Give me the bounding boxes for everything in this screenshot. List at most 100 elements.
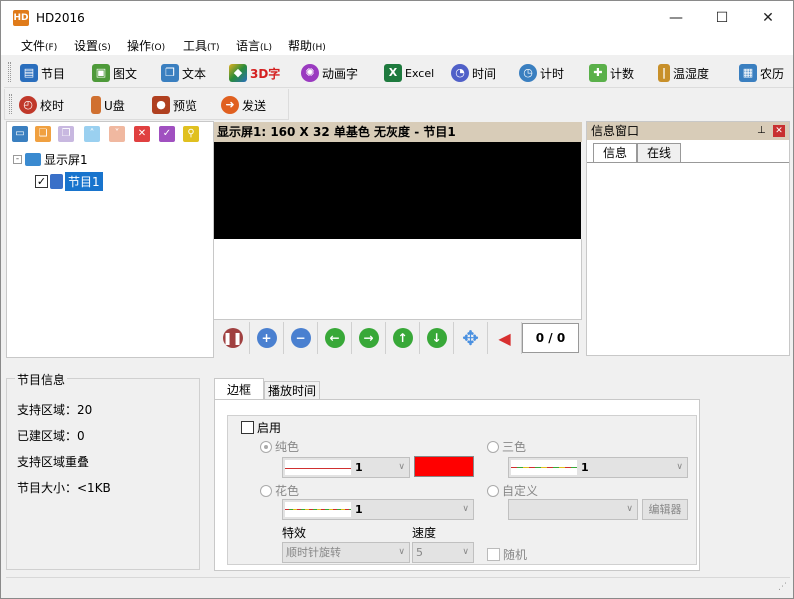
arrow-left-icon: ← <box>324 328 345 348</box>
counter-button[interactable]: ✚ 计数 <box>589 61 634 85</box>
close-button[interactable]: ✕ <box>745 1 791 35</box>
minimize-button[interactable]: — <box>653 1 699 35</box>
effect-combo[interactable]: 顺时针旋转 ∨ <box>282 542 410 563</box>
tri-color-radio[interactable]: 三色 <box>487 438 526 455</box>
camera-icon: ● <box>152 96 170 114</box>
zoom-out-icon: − <box>290 328 311 348</box>
solid-width-combo[interactable]: 1 ∨ <box>282 457 410 478</box>
pin-icon[interactable]: ⊥ <box>757 122 766 140</box>
custom-pattern-combo[interactable]: ∨ <box>508 499 638 520</box>
flower-line-preview <box>285 502 351 517</box>
move-up-icon[interactable]: ˄ <box>84 126 100 142</box>
enable-checkbox-box[interactable] <box>241 421 254 434</box>
move-down-icon[interactable]: ˅ <box>109 126 125 142</box>
custom-radio[interactable]: 自定义 <box>487 482 538 499</box>
pause-button[interactable]: ❚❚ <box>216 322 250 354</box>
move-up-button[interactable]: ↑ <box>386 322 420 354</box>
close-panel-icon[interactable]: ✕ <box>773 125 785 137</box>
tab-info[interactable]: 信息 <box>593 143 637 162</box>
excel-button[interactable]: X Excel <box>384 61 434 85</box>
copy-icon[interactable]: ❐ <box>58 126 74 142</box>
delete-icon[interactable]: ✕ <box>134 126 150 142</box>
random-checkbox-box[interactable] <box>487 548 500 561</box>
tab-border[interactable]: 边框 <box>214 378 264 400</box>
sync-clock-icon: ◴ <box>19 96 37 114</box>
effect-label: 特效 <box>282 526 307 540</box>
menu-file[interactable]: 文件(F) <box>21 37 57 54</box>
page-counter: 0 / 0 <box>522 323 579 353</box>
animated-text-button[interactable]: ✺ 动画字 <box>301 61 358 85</box>
flower-width-combo[interactable]: 1 ∨ <box>282 499 474 520</box>
tri-radio-dot[interactable] <box>487 440 499 453</box>
add-program-icon[interactable]: ❏ <box>35 126 51 142</box>
solid-color-swatch[interactable] <box>414 456 474 477</box>
tri-width-combo[interactable]: 1 ∨ <box>508 457 688 478</box>
check-icon[interactable]: ✓ <box>159 126 175 142</box>
timer-button[interactable]: ◷ 计时 <box>519 61 564 85</box>
preview-controls: ❚❚ + − ← → ↑ ↓ ✥ ◀ 0 / 0 <box>214 319 582 355</box>
resize-grip-icon[interactable]: ⋰ <box>778 582 787 592</box>
program-checkbox[interactable]: ✓ <box>35 175 48 188</box>
text-3d-button[interactable]: ◆ 3D字 <box>229 61 280 85</box>
tab-divider <box>587 162 789 163</box>
zoom-out-button[interactable]: − <box>284 322 318 354</box>
solid-radio-dot[interactable] <box>260 440 272 453</box>
flower-radio[interactable]: 花色 <box>260 482 299 499</box>
program-size: 节目大小：<1KB <box>17 481 111 495</box>
add-screen-icon[interactable]: ▭ <box>12 126 28 142</box>
usb-drive-icon <box>91 96 101 114</box>
chevron-down-icon: ∨ <box>626 504 633 514</box>
tree-node-screen[interactable]: - 显示屏1 <box>13 151 88 168</box>
tab-play-time[interactable]: 播放时间 <box>264 381 320 400</box>
enable-border-checkbox[interactable]: 启用 <box>241 419 281 436</box>
toolbar-grip[interactable] <box>9 94 12 114</box>
speed-combo[interactable]: 5 ∨ <box>412 542 474 563</box>
status-bar: ⋰ <box>6 577 790 596</box>
move-right-button[interactable]: → <box>352 322 386 354</box>
usb-button[interactable]: U盘 <box>91 93 125 117</box>
info-window-panel: 信息窗口 ⊥ ✕ 信息 在线 <box>586 121 790 356</box>
menu-language[interactable]: 语言(L) <box>236 37 272 54</box>
program-button[interactable]: ▤ 节目 <box>20 61 65 85</box>
play-back-icon: ◀ <box>498 328 511 348</box>
menu-operation[interactable]: 操作(O) <box>127 37 165 54</box>
custom-radio-dot[interactable] <box>487 484 499 497</box>
menu-help[interactable]: 帮助(H) <box>288 37 326 54</box>
chevron-down-icon: ∨ <box>676 462 683 472</box>
supported-areas: 支持区域：20 <box>17 403 93 417</box>
counter-icon: ✚ <box>589 64 607 82</box>
editor-button[interactable]: 编辑器 <box>642 499 688 520</box>
solid-radio[interactable]: 纯色 <box>260 438 299 455</box>
arrow-up-icon: ↑ <box>392 328 413 348</box>
move-left-button[interactable]: ← <box>318 322 352 354</box>
monitor-icon <box>25 153 41 166</box>
search-icon[interactable]: ⚲ <box>183 126 199 142</box>
random-checkbox[interactable]: 随机 <box>487 546 527 563</box>
zoom-in-button[interactable]: + <box>250 322 284 354</box>
collapse-icon[interactable]: - <box>13 155 22 164</box>
led-screen-canvas[interactable] <box>214 142 581 239</box>
flower-radio-dot[interactable] <box>260 484 272 497</box>
preview-button[interactable]: ● 预览 <box>152 93 197 117</box>
text-button[interactable]: ❐ 文本 <box>161 61 206 85</box>
tab-online[interactable]: 在线 <box>637 143 681 162</box>
zoom-in-icon: + <box>256 328 277 348</box>
menu-settings[interactable]: 设置(S) <box>74 37 111 54</box>
maximize-button[interactable]: ☐ <box>699 1 745 35</box>
lunar-calendar-button[interactable]: ▦ 农历 <box>739 61 784 85</box>
screen-header: 显示屏1: 160 X 32 单基色 无灰度 - 节目1 <box>214 122 582 142</box>
tri-line-preview <box>511 460 577 475</box>
menu-tools[interactable]: 工具(T) <box>183 37 220 54</box>
time-sync-button[interactable]: ◴ 校时 <box>19 93 64 117</box>
image-text-icon: ▣ <box>92 64 110 82</box>
send-button[interactable]: ➜ 发送 <box>221 93 266 117</box>
window-title: HD2016 <box>36 11 85 25</box>
toolbar-grip[interactable] <box>8 62 11 82</box>
tree-node-program[interactable]: ✓ 节目1 <box>35 172 103 191</box>
time-button[interactable]: ◔ 时间 <box>451 61 496 85</box>
temperature-humidity-button[interactable]: | 温湿度 <box>658 61 709 85</box>
move-all-button[interactable]: ✥ <box>454 322 488 354</box>
previous-button[interactable]: ◀ <box>488 322 522 354</box>
image-text-button[interactable]: ▣ 图文 <box>92 61 137 85</box>
move-down-button[interactable]: ↓ <box>420 322 454 354</box>
